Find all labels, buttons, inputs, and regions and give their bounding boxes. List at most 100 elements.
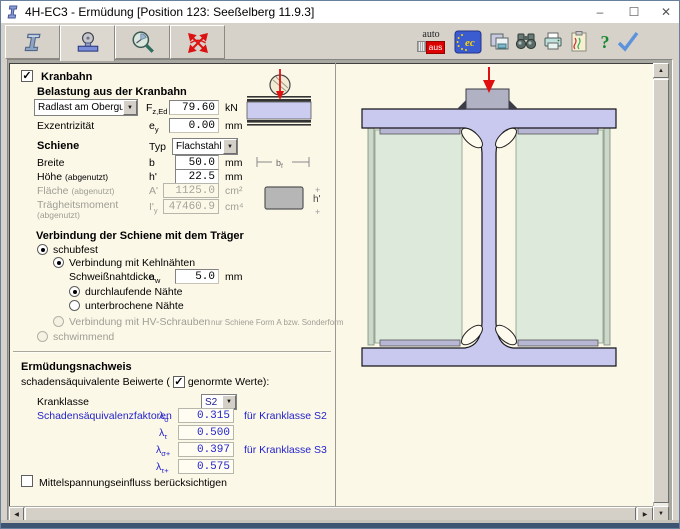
- rail-dimension-diagram: bf + h' +: [251, 151, 335, 219]
- breite-input[interactable]: 50.0: [175, 155, 219, 170]
- tab-crane-load[interactable]: [60, 25, 115, 61]
- a-symbol: A': [149, 185, 158, 197]
- copy-pages-icon: [488, 30, 512, 54]
- ec-button[interactable]: ec: [453, 27, 483, 57]
- tab-stress-directions[interactable]: [170, 25, 225, 59]
- b-symbol: b: [149, 157, 155, 169]
- verbindung-header: Verbindung der Schiene mit dem Träger: [36, 230, 244, 242]
- vertical-scroll-thumb[interactable]: [653, 79, 669, 503]
- kehlnaehte-label: Verbindung mit Kehlnähten: [69, 257, 195, 269]
- schubfest-radio[interactable]: [37, 244, 48, 255]
- traegheit-suffix: (abgenutzt): [37, 210, 80, 220]
- scroll-down-icon[interactable]: ▼: [653, 506, 669, 521]
- svg-text:ec: ec: [465, 37, 475, 49]
- kranbahn-checkbox[interactable]: ✓: [21, 70, 33, 82]
- search-button[interactable]: [513, 27, 539, 57]
- tab-profile[interactable]: [5, 25, 60, 59]
- hv-schrauben-label: Verbindung mit HV-Schrauben: [69, 316, 210, 328]
- durchlaufend-label: durchlaufende Nähte: [85, 286, 183, 298]
- export-button[interactable]: [487, 27, 513, 57]
- schiene-header: Schiene: [37, 140, 79, 152]
- chevron-down-icon: ▼: [123, 100, 137, 115]
- chevron-down-icon: ▼: [223, 139, 237, 154]
- crane-wheel-icon: [75, 30, 101, 56]
- fz-symbol: Fz,Ed: [146, 102, 167, 116]
- unterbrochen-radio[interactable]: [69, 300, 80, 311]
- beiwerte-prefix: schadensäquivalente Beiwerte (: [21, 376, 170, 388]
- aw-symbol: aw: [149, 271, 160, 285]
- ey-unit: mm: [225, 120, 243, 132]
- ec-flag-icon: ec: [454, 30, 482, 54]
- fz-input[interactable]: 79.60: [169, 100, 219, 115]
- clipboard-icon: [567, 30, 591, 54]
- notes-button[interactable]: [566, 27, 592, 57]
- printer-icon: [541, 30, 565, 54]
- question-mark-icon: ?: [601, 32, 610, 53]
- lambda-tau-plus-value: 0.575: [178, 459, 234, 474]
- minimize-button[interactable]: –: [585, 1, 615, 23]
- magnifier-icon: [130, 30, 156, 56]
- radlast-dropdown[interactable]: Radlast am Obergurt ▼: [34, 99, 138, 116]
- lambda-sigma-value: 0.315: [178, 408, 234, 423]
- tab-results[interactable]: [115, 25, 170, 59]
- lambda-sigma-plus-value: 0.397: [178, 442, 234, 457]
- lambda-tau-value: 0.500: [178, 425, 234, 440]
- genormte-werte-label: genormte Werte):: [188, 376, 270, 388]
- hoehe-label: Höhe (abgenutzt): [37, 171, 108, 183]
- h-symbol: h': [149, 171, 157, 183]
- hv-schrauben-radio[interactable]: [53, 316, 64, 327]
- print-button[interactable]: [540, 27, 566, 57]
- beiwerte-row: schadensäquivalente Beiwerte ( ✓ genormt…: [21, 376, 269, 388]
- belastung-header: Belastung aus der Kranbahn: [37, 86, 187, 98]
- ermuedung-header: Ermüdungsnachweis: [21, 361, 132, 373]
- ibeam-profile-icon: [20, 30, 46, 56]
- hoehe-unit: mm: [225, 171, 243, 183]
- lambda-sigma-plus-symbol: λσ+: [156, 444, 170, 458]
- lambda-sigma-symbol: λσ: [159, 410, 169, 424]
- lambda-tau-plus-symbol: λτ+: [156, 461, 169, 475]
- svg-text:+: +: [315, 207, 320, 217]
- app-icon: [6, 4, 22, 20]
- scroll-up-icon[interactable]: ▲: [653, 63, 669, 78]
- schweissnaht-input[interactable]: 5.0: [175, 269, 219, 284]
- window-title: 4H-EC3 - Ermüdung [Position 123: Seeßelb…: [25, 5, 314, 19]
- mittelspannung-label: Mittelspannungseinfluss berücksichtigen: [39, 477, 227, 489]
- schiene-typ-dropdown[interactable]: Flachstahl ▼: [172, 138, 238, 155]
- confirm-button[interactable]: [613, 27, 643, 57]
- breite-label: Breite: [37, 157, 64, 169]
- faktoren-label: Schadensäquivalenzfaktoren: [37, 410, 172, 422]
- kehlnaehte-radio[interactable]: [53, 257, 64, 268]
- chevron-down-icon: ▼: [222, 395, 236, 409]
- svg-text:bf: bf: [276, 158, 283, 170]
- section-divider: [13, 351, 331, 353]
- flaeche-label: Fläche (abgenutzt): [37, 185, 114, 197]
- kranbahn-label: Kranbahn: [41, 71, 92, 83]
- schwimmend-radio[interactable]: [37, 331, 48, 342]
- lambda-sigma-plus-note: für Kranklasse S3: [244, 444, 327, 456]
- svg-text:h': h': [313, 194, 321, 205]
- auto-aus-toggle[interactable]: auto aus: [415, 27, 447, 57]
- checkmark-icon: [615, 30, 641, 54]
- exzentrizitaet-label: Exzentrizität: [37, 120, 94, 132]
- binoculars-icon: [514, 30, 538, 54]
- durchlaufend-radio[interactable]: [69, 286, 80, 297]
- maximize-button[interactable]: ☐: [619, 1, 649, 23]
- close-button[interactable]: ✕: [651, 1, 680, 23]
- ey-input[interactable]: 0.00: [169, 118, 219, 133]
- stripe-box-icon: [417, 41, 426, 52]
- schweissnaht-unit: mm: [225, 271, 243, 283]
- help-button[interactable]: ?: [595, 27, 615, 57]
- app-window: 4H-EC3 - Ermüdung [Position 123: Seeßelb…: [0, 0, 680, 529]
- traegheit-unit: cm⁴: [225, 201, 244, 213]
- traegheit-output: 47460.9: [163, 199, 219, 214]
- flaeche-unit: cm²: [225, 185, 243, 197]
- mittelspannung-checkbox[interactable]: [21, 475, 33, 487]
- breite-unit: mm: [225, 157, 243, 169]
- flaeche-output: 1125.0: [163, 183, 219, 198]
- window-frame-edge: [1, 523, 679, 528]
- schweissnaht-label: Schweißnahtdicke: [69, 271, 154, 283]
- girder-cross-section-drawing: [336, 63, 653, 506]
- hoehe-input[interactable]: 22.5: [175, 169, 219, 184]
- kranklasse-label: Kranklasse: [37, 396, 89, 408]
- genormte-werte-checkbox[interactable]: ✓: [173, 376, 185, 388]
